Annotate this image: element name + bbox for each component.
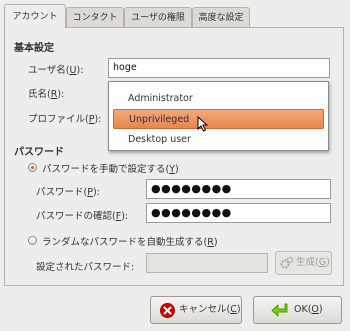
tab-user-privileges-label: ユーザの権限 [131, 13, 185, 23]
username-label: ユーザ名(U): [28, 65, 84, 76]
password-heading: パスワード [14, 147, 64, 158]
password-input[interactable]: ●●●●●●●● [146, 179, 331, 199]
menu-item-administrator[interactable]: Administrator [113, 89, 324, 109]
generate-button: 生成(G) [275, 251, 332, 275]
menu-item-desktop-user[interactable]: Desktop user [113, 130, 324, 150]
username-value: hoge [113, 62, 137, 73]
ok-button[interactable]: OK(O) [253, 296, 342, 324]
generated-password-label: 設定されたパスワード: [36, 262, 135, 273]
password-confirm-input[interactable]: ●●●●●●●● [146, 203, 331, 223]
password-label: パスワード(P): [36, 187, 100, 198]
basic-settings-heading: 基本設定 [14, 43, 54, 54]
manual-password-radio-label[interactable]: パスワードを手動で設定する(Y) [42, 161, 179, 175]
password-confirm-value: ●●●●●●●● [151, 206, 232, 219]
mouse-pointer-icon [197, 116, 209, 132]
realname-label: 氏名(R): [28, 89, 65, 100]
tab-account[interactable]: アカウント [4, 4, 66, 28]
random-password-radio-label[interactable]: ランダムなパスワードを自動生成する(R) [42, 234, 218, 248]
enter-arrow-icon [271, 303, 288, 317]
gears-icon [280, 256, 294, 269]
tab-account-label: アカウント [12, 12, 58, 22]
cancel-button-label: キャンセル(C) [179, 304, 241, 315]
password-value: ●●●●●●●● [151, 182, 232, 195]
cancel-icon [160, 303, 175, 318]
tab-contact[interactable]: コンタクト [66, 7, 124, 27]
cancel-button[interactable]: キャンセル(C) [150, 296, 242, 324]
profile-dropdown-menu: Administrator Unprivileged Desktop user [108, 81, 329, 151]
password-confirm-label: パスワードの確認(F): [36, 211, 129, 222]
profile-label: プロファイル(P): [28, 114, 102, 125]
manual-password-radio[interactable] [28, 163, 37, 172]
tab-user-privileges[interactable]: ユーザの権限 [124, 7, 192, 27]
menu-item-unprivileged[interactable]: Unprivileged [113, 109, 324, 129]
ok-button-label: OK(O) [294, 304, 323, 315]
tab-advanced[interactable]: 高度な設定 [192, 7, 250, 27]
generated-password-input [146, 253, 268, 273]
username-input[interactable]: hoge [108, 58, 330, 78]
generate-button-label: 生成(G) [296, 257, 330, 268]
tab-advanced-label: 高度な設定 [198, 13, 244, 23]
tab-contact-label: コンタクト [72, 13, 118, 23]
random-password-radio[interactable] [28, 236, 37, 245]
